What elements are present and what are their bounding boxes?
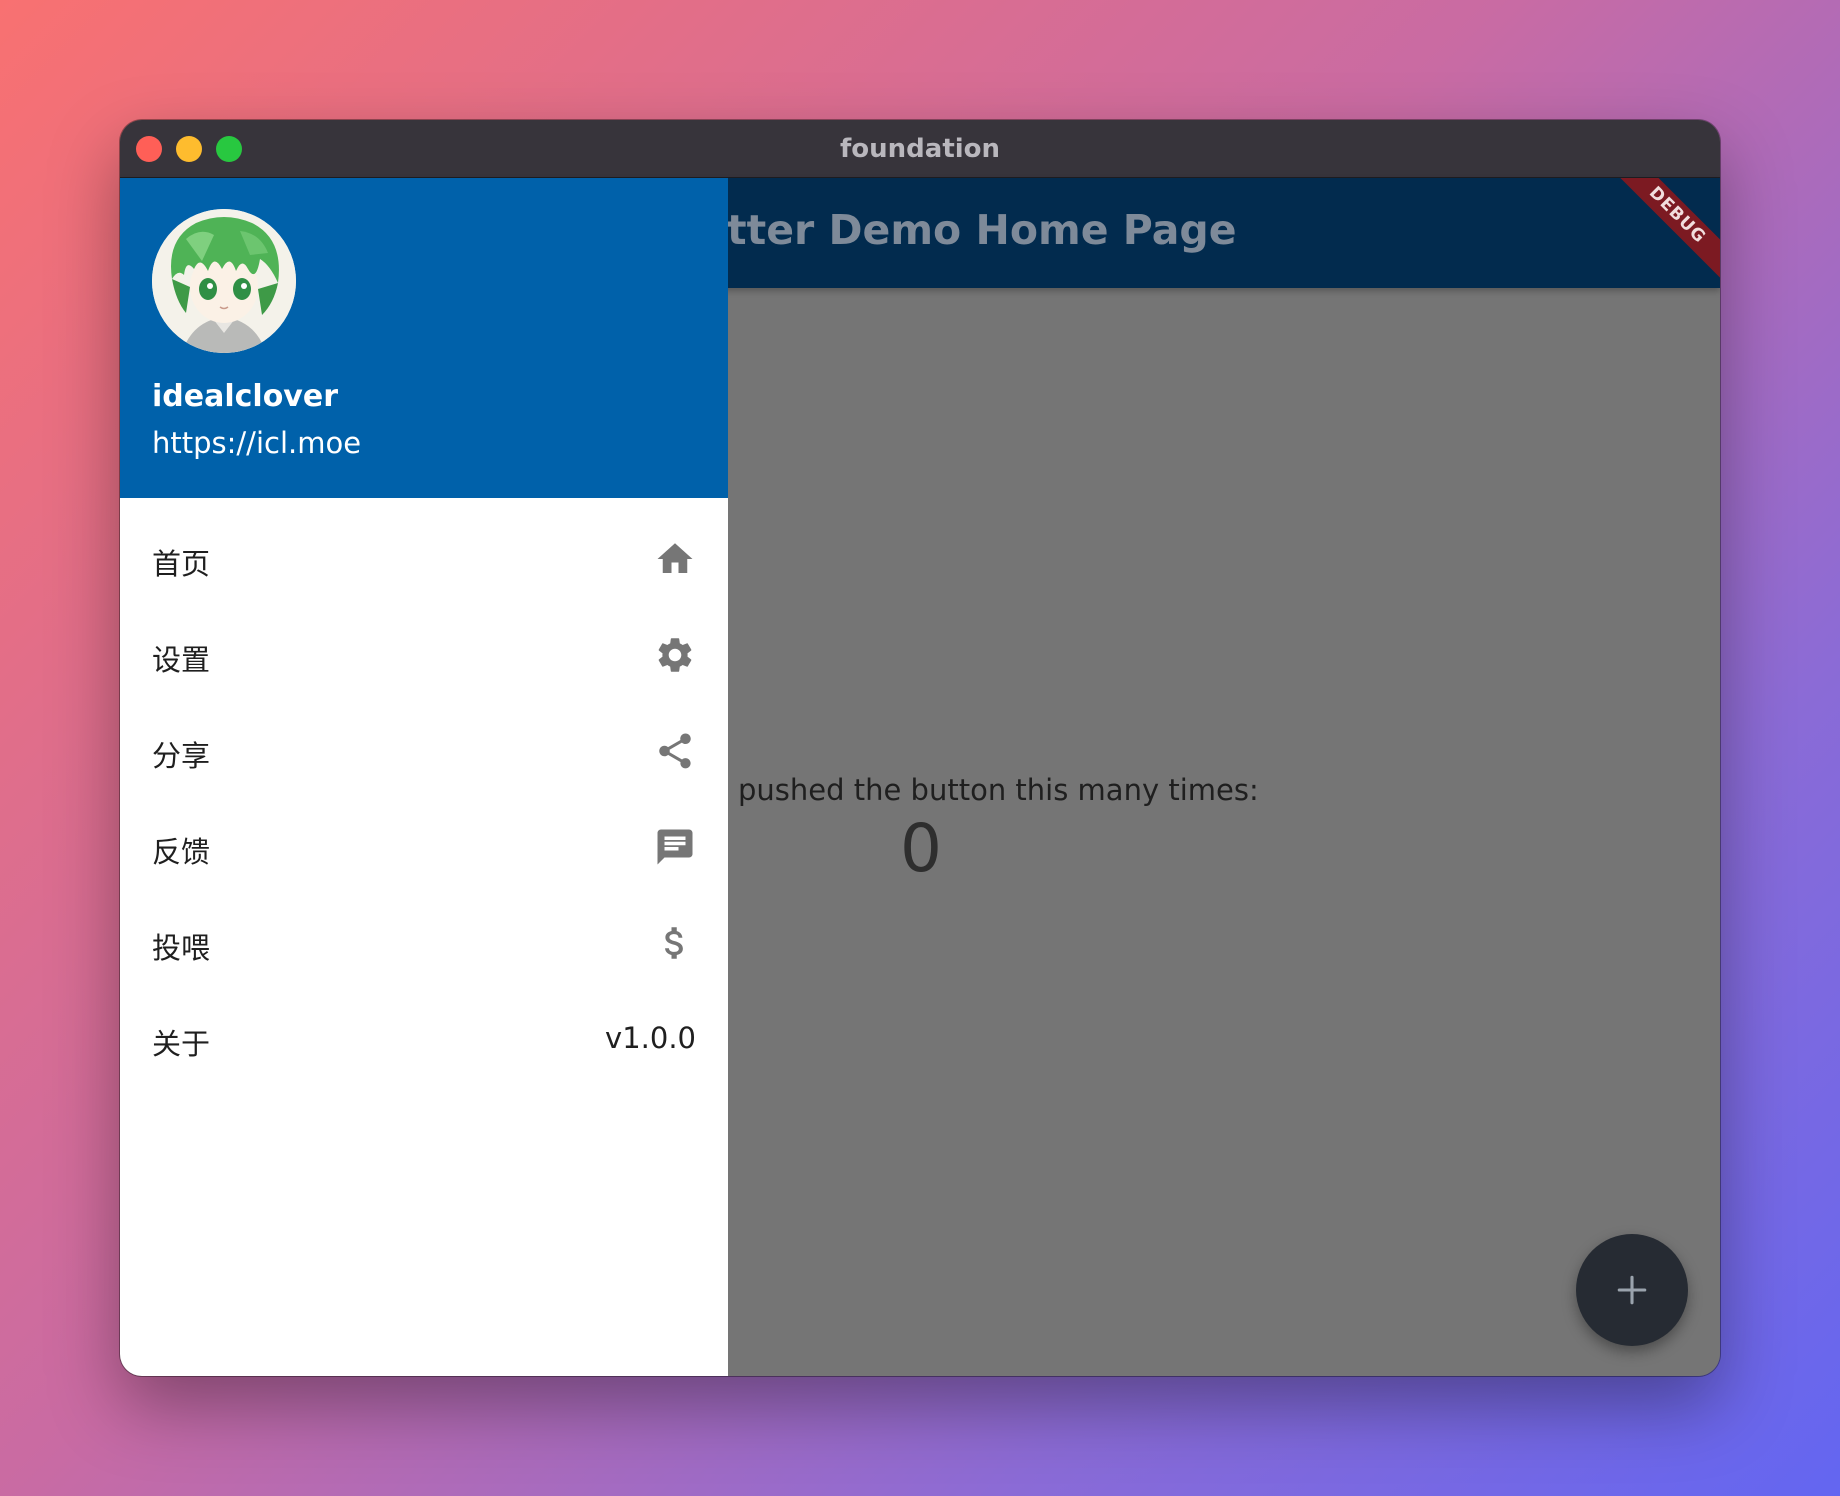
menu-item-settings[interactable]: 设置: [120, 609, 728, 705]
counter-value: 0: [900, 810, 942, 887]
increment-button[interactable]: [1576, 1234, 1688, 1346]
menu-item-about[interactable]: 关于 v1.0.0: [120, 993, 728, 1089]
drawer-menu: 首页 设置 分享 反馈 投喂 关于 v1.0.0: [120, 498, 728, 1089]
gear-icon: [652, 633, 696, 677]
app-version: v1.0.0: [605, 1021, 696, 1055]
menu-item-label: 首页: [152, 547, 211, 581]
plus-icon: [1617, 1275, 1647, 1305]
user-url[interactable]: https://icl.moe: [152, 426, 361, 460]
menu-item-feedback[interactable]: 反馈: [120, 801, 728, 897]
message-icon: [652, 825, 696, 869]
menu-item-home[interactable]: 首页: [120, 513, 728, 609]
home-icon: [652, 537, 696, 581]
title-bar[interactable]: foundation: [120, 120, 1720, 178]
avatar[interactable]: [152, 209, 296, 353]
user-name: idealclover: [152, 379, 339, 414]
drawer-header: idealclover https://icl.moe: [120, 178, 728, 498]
avatar-image: [152, 209, 296, 353]
page-title: tter Demo Home Page: [727, 206, 1237, 254]
dollar-icon: [652, 921, 696, 965]
app-content: tter Demo Home Page DEBUG pushed the but…: [120, 178, 1720, 1376]
counter-label: pushed the button this many times:: [738, 773, 1259, 807]
menu-item-share[interactable]: 分享: [120, 705, 728, 801]
app-window: foundation tter Demo Home Page DEBUG pus…: [120, 120, 1720, 1376]
menu-item-donate[interactable]: 投喂: [120, 897, 728, 993]
window-title: foundation: [839, 134, 1001, 164]
navigation-drawer: idealclover https://icl.moe 首页 设置 分享 反馈 …: [120, 178, 728, 1376]
share-icon: [652, 729, 696, 773]
menu-item-label: 投喂: [152, 931, 211, 965]
menu-item-label: 关于: [152, 1027, 211, 1061]
menu-item-label: 分享: [152, 739, 211, 773]
menu-item-label: 反馈: [152, 835, 211, 869]
debug-banner: DEBUG: [1607, 178, 1720, 286]
menu-item-label: 设置: [152, 643, 211, 677]
